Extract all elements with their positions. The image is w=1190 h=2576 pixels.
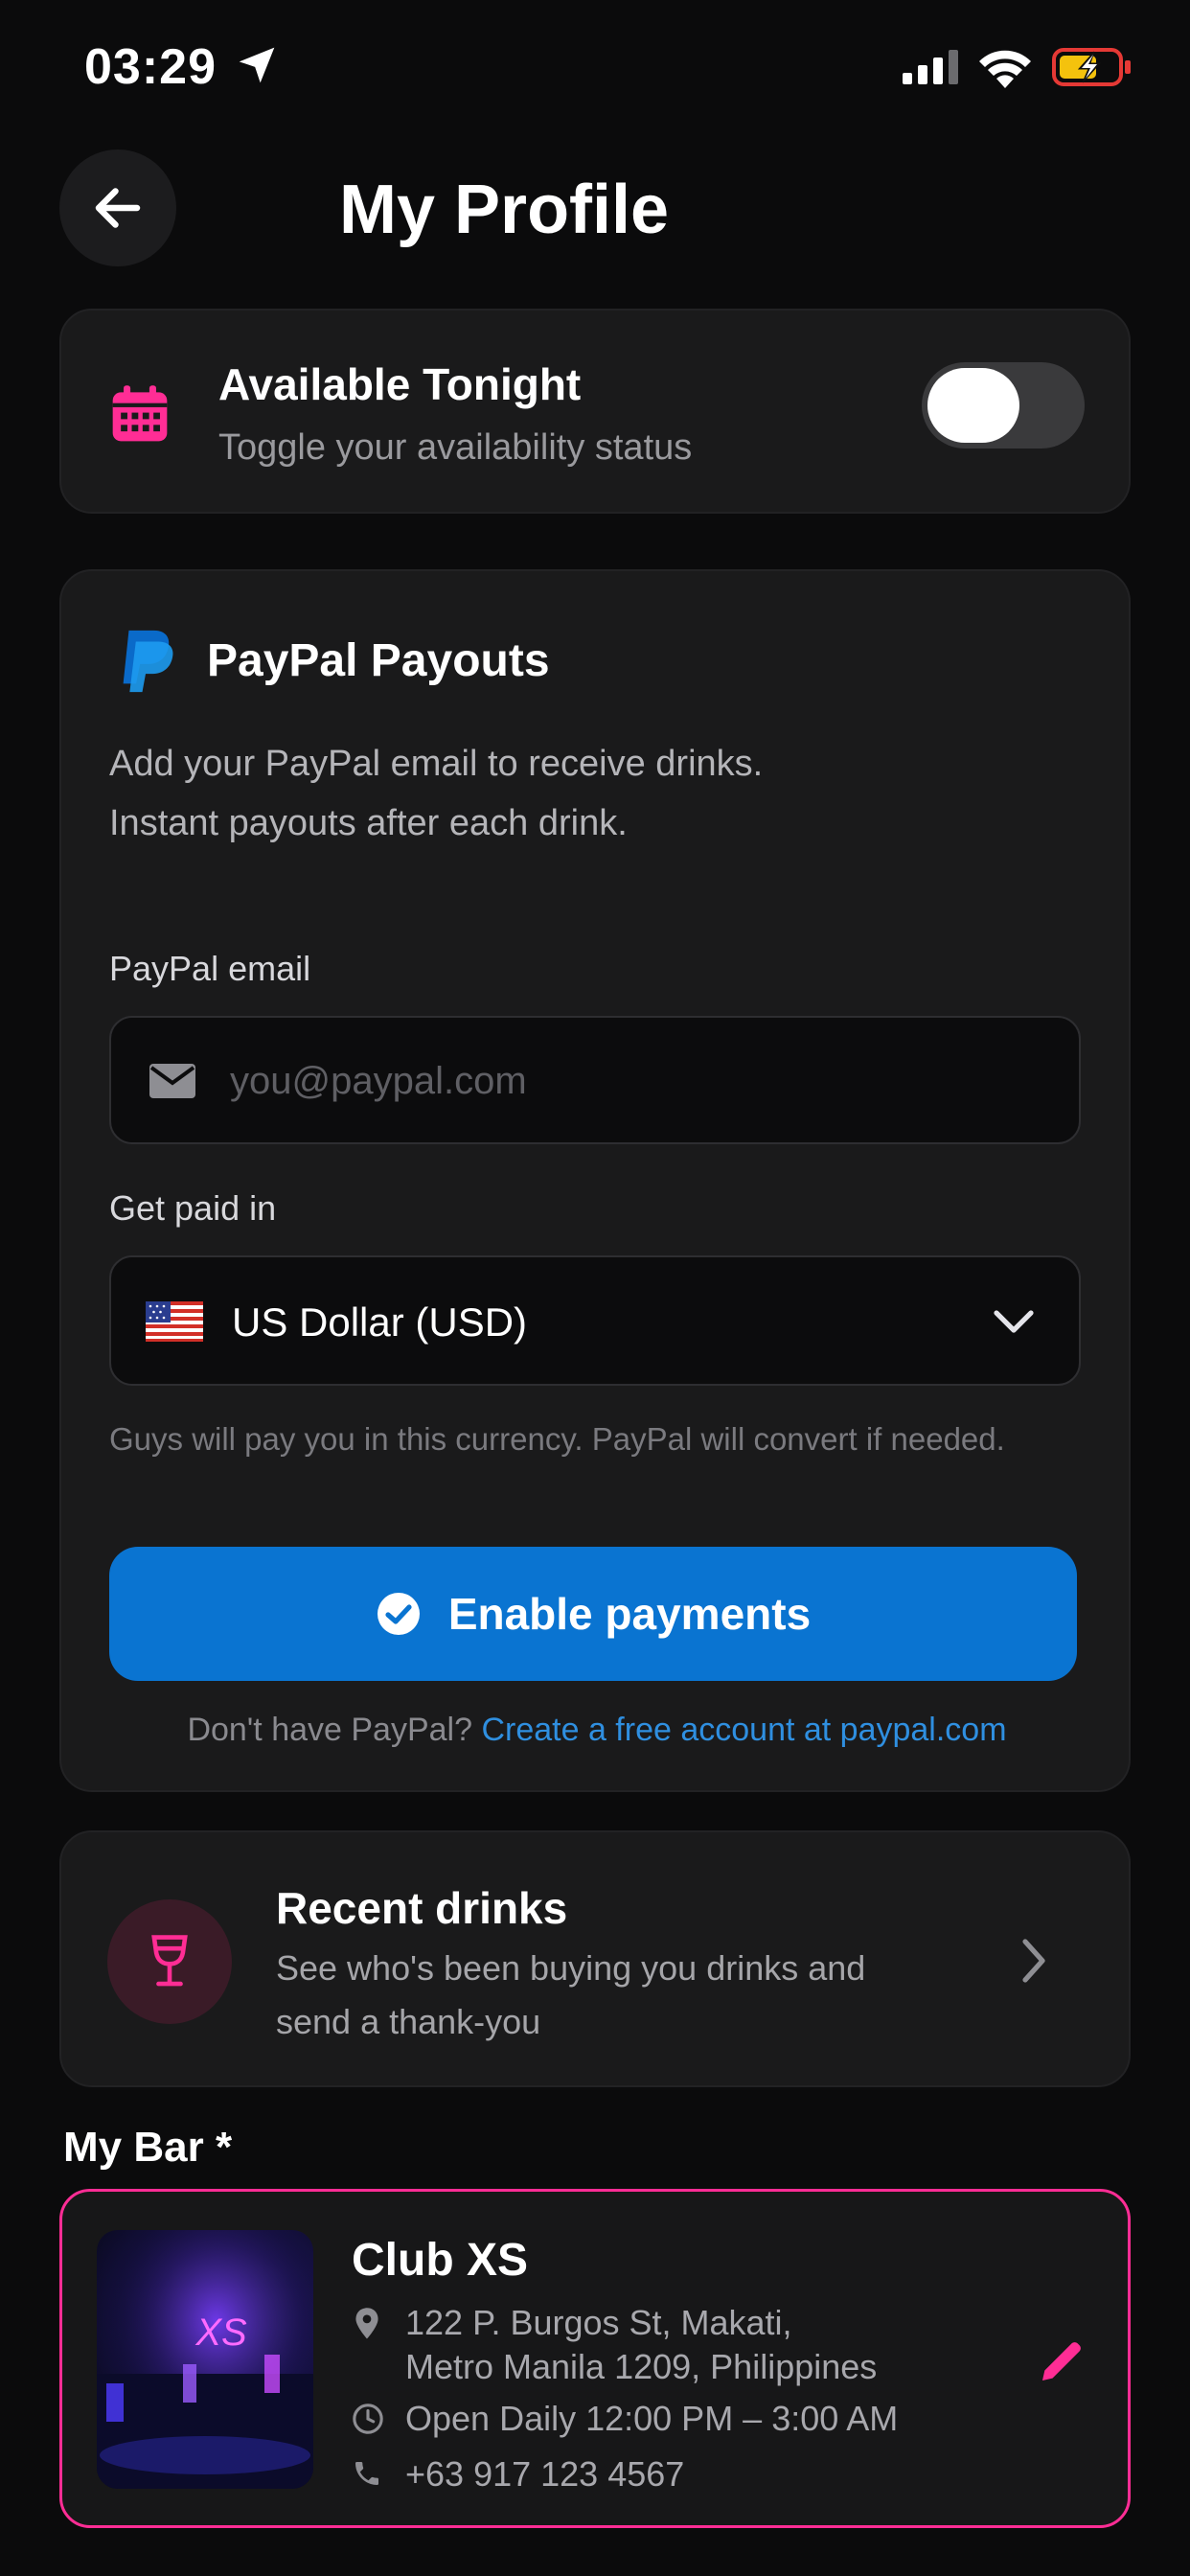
wine-glass-icon (151, 1935, 188, 1987)
paypal-description-line: Add your PayPal email to receive drinks. (109, 744, 764, 784)
currency-label: Get paid in (109, 1188, 277, 1228)
enable-payments-button[interactable]: Enable payments (109, 1547, 1077, 1681)
bar-address-line: Metro Manila 1209, Philippines (405, 2347, 878, 2386)
us-flag-icon (146, 1301, 203, 1342)
bar-photo-sign: XS (195, 2312, 247, 2354)
email-placeholder: you@paypal.com (230, 1060, 527, 1102)
my-bar-section-title: My Bar * (63, 2124, 233, 2171)
arrow-left-icon (95, 188, 141, 228)
location-arrow-icon (239, 47, 275, 83)
email-label: PayPal email (109, 949, 311, 988)
signup-note-text: Don't have PayPal? (187, 1712, 482, 1748)
paypal-email-field[interactable]: you@paypal.com (109, 1016, 1081, 1144)
calendar-icon (112, 385, 168, 442)
paypal-signup-note: Don't have PayPal? Create a free account… (61, 1712, 1133, 1749)
status-time: 03:29 (84, 39, 217, 95)
mail-icon (149, 1064, 195, 1098)
edit-pencil-icon[interactable] (1036, 2334, 1089, 2387)
recent-drinks-title: Recent drinks (276, 1883, 568, 1933)
currency-select[interactable]: US Dollar (USD) (109, 1255, 1081, 1386)
bar-photo: XS (97, 2230, 313, 2489)
paypal-payouts-card: PayPal Payouts Add your PayPal email to … (59, 569, 1131, 1792)
paypal-description: Add your PayPal email to receive drinks.… (109, 734, 763, 853)
chevron-down-icon (994, 1310, 1034, 1333)
map-pin-icon (355, 2308, 378, 2339)
availability-toggle[interactable] (922, 362, 1085, 448)
clock-icon (353, 2404, 383, 2434)
recent-drinks-card[interactable]: Recent drinks See who's been buying you … (59, 1830, 1131, 2087)
availability-title: Available Tonight (218, 359, 582, 409)
drink-icon-badge (107, 1899, 232, 2024)
paypal-title: PayPal Payouts (207, 635, 550, 686)
enable-payments-label: Enable payments (447, 1589, 812, 1639)
my-bar-card[interactable]: XS Club XS 122 P. Burgos St, Makati, Met… (59, 2189, 1131, 2528)
back-button[interactable] (59, 150, 176, 266)
bar-address-line: 122 P. Burgos St, Makati, (405, 2303, 792, 2342)
battery-charging-icon (1052, 48, 1131, 86)
toggle-knob (927, 368, 1019, 443)
paypal-logo-icon (123, 630, 173, 693)
availability-subtitle: Toggle your availability status (218, 427, 693, 468)
cellular-signal-icon (903, 50, 958, 84)
check-circle-icon (376, 1591, 422, 1637)
phone-icon (355, 2462, 378, 2485)
bar-hours-text: Open Daily 12:00 PM – 3:00 AM (405, 2399, 899, 2438)
page-title: My Profile (339, 172, 670, 248)
create-paypal-account-link[interactable]: Create a free account at paypal.com (481, 1712, 1006, 1748)
paypal-description-line: Instant payouts after each drink. (109, 803, 628, 843)
bar-phone-text: +63 917 123 4567 (405, 2454, 685, 2494)
bar-name: Club XS (352, 2235, 529, 2286)
currency-help-text: Guys will pay you in this currency. PayP… (109, 1421, 1005, 1457)
status-bar: 03:29 (0, 0, 1190, 134)
recent-drinks-description: See who's been buying you drinks and sen… (276, 1948, 866, 2041)
currency-value: US Dollar (USD) (232, 1300, 528, 1345)
availability-card: Available Tonight Toggle your availabili… (59, 309, 1131, 514)
wifi-icon (979, 50, 1031, 88)
chevron-right-icon (1022, 1939, 1045, 1983)
